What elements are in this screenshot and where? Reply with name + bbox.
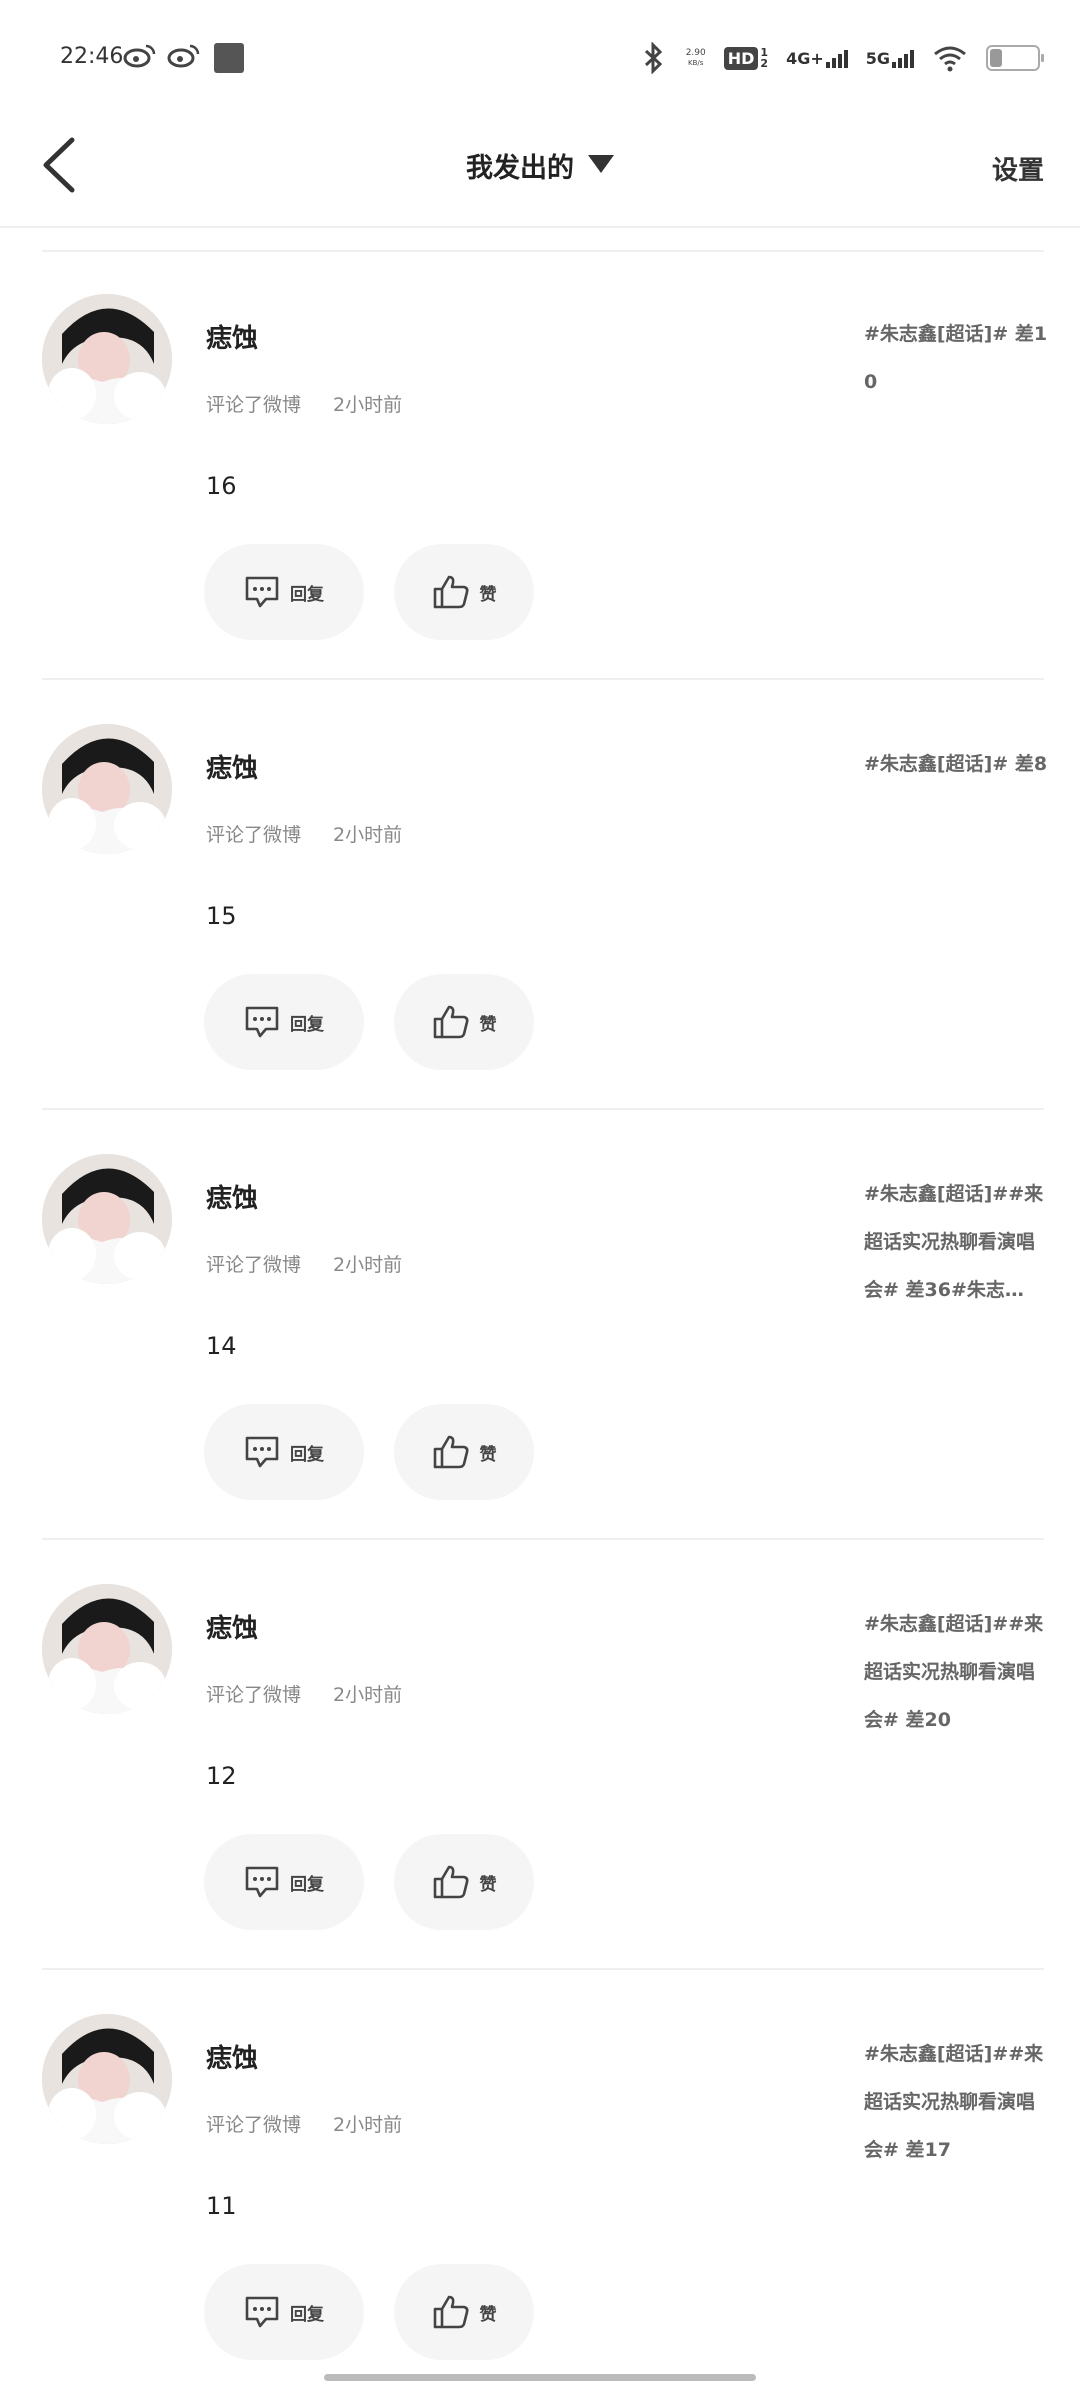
thumbs-up-icon bbox=[433, 1865, 468, 1899]
action-text: 评论了微博 bbox=[206, 394, 302, 416]
thumbs-up-icon bbox=[433, 2295, 468, 2329]
avatar[interactable] bbox=[42, 294, 172, 424]
status-time: 22:46 bbox=[60, 44, 124, 69]
avatar[interactable] bbox=[42, 2014, 172, 2144]
original-post-preview[interactable]: #朱志鑫[超话]# 差10 bbox=[864, 310, 1050, 406]
thumbs-up-icon bbox=[433, 1005, 468, 1039]
timestamp: 2小时前 bbox=[333, 2114, 403, 2136]
like-label: 赞 bbox=[479, 1444, 497, 1465]
status-bar: 22:46 2.90 KB/s HD 1 2 4G+ 5G bbox=[0, 0, 1080, 110]
home-indicator[interactable] bbox=[324, 2374, 756, 2381]
like-label: 赞 bbox=[479, 1874, 497, 1895]
comment-card[interactable]: 痣蚀 评论了微博 2小时前 #朱志鑫[超话]##来超话实况热聊看演唱会# 差36#… bbox=[0, 1110, 1080, 1540]
action-text: 评论了微博 bbox=[206, 824, 302, 846]
page-title: 我发出的 bbox=[466, 153, 574, 184]
reply-label: 回复 bbox=[290, 1874, 324, 1895]
app-notification-icon bbox=[214, 43, 244, 73]
hd-indicator: HD 1 2 bbox=[723, 46, 768, 70]
timestamp: 2小时前 bbox=[333, 1684, 403, 1706]
net-speed: 2.90 KB/s bbox=[685, 48, 706, 67]
caret-down-icon bbox=[588, 155, 614, 173]
comment-meta: 评论了微博 2小时前 bbox=[206, 2110, 402, 2137]
thumbs-up-icon bbox=[433, 1435, 468, 1469]
timestamp: 2小时前 bbox=[333, 1254, 403, 1276]
reply-button[interactable]: 回复 bbox=[204, 544, 364, 640]
avatar[interactable] bbox=[42, 1584, 172, 1714]
timestamp: 2小时前 bbox=[333, 824, 403, 846]
reply-label: 回复 bbox=[290, 1014, 324, 1035]
status-icons: 2.90 KB/s HD 1 2 4G+ 5G bbox=[640, 38, 1044, 78]
comment-icon bbox=[245, 576, 279, 608]
reply-button[interactable]: 回复 bbox=[204, 1834, 364, 1930]
reply-button[interactable]: 回复 bbox=[204, 1404, 364, 1500]
comment-text: 11 bbox=[206, 2192, 237, 2220]
like-button[interactable]: 赞 bbox=[394, 1834, 534, 1930]
like-label: 赞 bbox=[479, 584, 497, 605]
user-name[interactable]: 痣蚀 bbox=[206, 2038, 258, 2075]
reply-label: 回复 bbox=[290, 584, 324, 605]
settings-button[interactable]: 设置 bbox=[992, 150, 1044, 187]
user-name[interactable]: 痣蚀 bbox=[206, 318, 258, 355]
avatar[interactable] bbox=[42, 724, 172, 854]
comment-icon bbox=[245, 1436, 279, 1468]
thumbs-up-icon bbox=[433, 575, 468, 609]
weibo-notification-icon bbox=[167, 44, 200, 68]
original-post-preview[interactable]: #朱志鑫[超话]##来超话实况热聊看演唱会# 差36#朱志… bbox=[864, 1170, 1050, 1314]
user-name[interactable]: 痣蚀 bbox=[206, 1178, 258, 1215]
original-post-preview[interactable]: #朱志鑫[超话]##来超话实况热聊看演唱会# 差17 bbox=[864, 2030, 1050, 2174]
reply-button[interactable]: 回复 bbox=[204, 974, 364, 1070]
comment-meta: 评论了微博 2小时前 bbox=[206, 1250, 402, 1277]
comment-icon bbox=[245, 1006, 279, 1038]
comment-text: 16 bbox=[206, 472, 237, 500]
action-text: 评论了微博 bbox=[206, 1684, 302, 1706]
avatar[interactable] bbox=[42, 1154, 172, 1284]
comment-card[interactable]: 痣蚀 评论了微博 2小时前 #朱志鑫[超话]# 差8 15 回复 赞 bbox=[0, 680, 1080, 1110]
like-button[interactable]: 赞 bbox=[394, 2264, 534, 2360]
comment-card[interactable]: 痣蚀 评论了微博 2小时前 #朱志鑫[超话]##来超话实况热聊看演唱会# 差20 … bbox=[0, 1540, 1080, 1970]
signal-4g: 4G+ bbox=[786, 49, 848, 68]
page-title-dropdown[interactable]: 我发出的 bbox=[0, 146, 1080, 185]
like-button[interactable]: 赞 bbox=[394, 1404, 534, 1500]
signal-bars-icon bbox=[825, 49, 848, 68]
user-name[interactable]: 痣蚀 bbox=[206, 1608, 258, 1645]
comment-icon bbox=[245, 2296, 279, 2328]
action-text: 评论了微博 bbox=[206, 2114, 302, 2136]
like-button[interactable]: 赞 bbox=[394, 974, 534, 1070]
comment-text: 12 bbox=[206, 1762, 237, 1790]
original-post-preview[interactable]: #朱志鑫[超话]##来超话实况热聊看演唱会# 差20 bbox=[864, 1600, 1050, 1744]
weibo-notification-icon bbox=[123, 44, 156, 68]
timestamp: 2小时前 bbox=[333, 394, 403, 416]
action-text: 评论了微博 bbox=[206, 1254, 302, 1276]
comment-card[interactable]: 痣蚀 评论了微博 2小时前 #朱志鑫[超话]# 差10 16 回复 赞 bbox=[0, 250, 1080, 680]
like-button[interactable]: 赞 bbox=[394, 544, 534, 640]
signal-bars-icon bbox=[892, 49, 914, 68]
battery-icon bbox=[986, 45, 1044, 71]
comment-text: 15 bbox=[206, 902, 237, 930]
wifi-icon bbox=[934, 46, 966, 72]
like-label: 赞 bbox=[479, 1014, 497, 1035]
top-nav-bar: 我发出的 设置 bbox=[0, 110, 1080, 228]
comment-meta: 评论了微博 2小时前 bbox=[206, 1680, 402, 1707]
comment-icon bbox=[245, 1866, 279, 1898]
signal-5g: 5G bbox=[866, 49, 914, 68]
user-name[interactable]: 痣蚀 bbox=[206, 748, 258, 785]
reply-label: 回复 bbox=[290, 1444, 324, 1465]
like-label: 赞 bbox=[479, 2304, 497, 2325]
comment-card[interactable]: 痣蚀 评论了微博 2小时前 #朱志鑫[超话]##来超话实况热聊看演唱会# 差17 … bbox=[0, 1970, 1080, 2388]
comment-text: 14 bbox=[206, 1332, 237, 1360]
comment-feed: 痣蚀 评论了微博 2小时前 #朱志鑫[超话]# 差10 16 回复 赞 痣蚀 评… bbox=[0, 250, 1080, 2388]
reply-button[interactable]: 回复 bbox=[204, 2264, 364, 2360]
original-post-preview[interactable]: #朱志鑫[超话]# 差8 bbox=[864, 740, 1050, 788]
comment-meta: 评论了微博 2小时前 bbox=[206, 390, 402, 417]
reply-label: 回复 bbox=[290, 2304, 324, 2325]
bluetooth-icon bbox=[644, 42, 662, 74]
comment-meta: 评论了微博 2小时前 bbox=[206, 820, 402, 847]
